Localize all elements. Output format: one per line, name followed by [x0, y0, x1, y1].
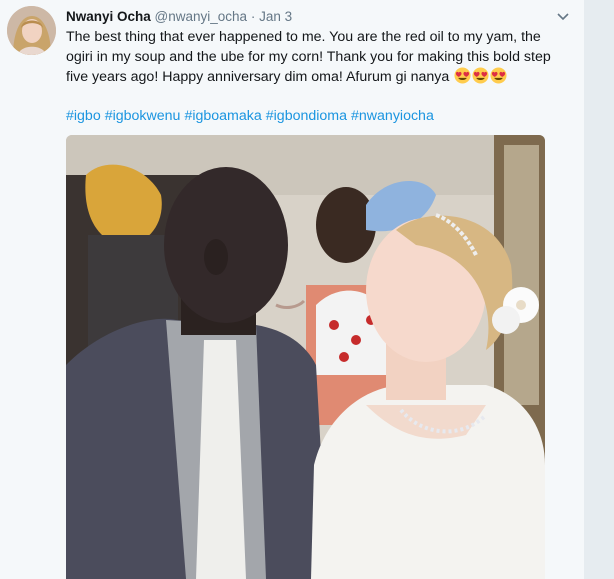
separator-dot: ·	[250, 9, 256, 24]
tweet-card[interactable]: Nwanyi Ocha @nwanyi_ocha · Jan 3 The bes…	[0, 0, 584, 579]
heart-eyes-emoji	[454, 67, 471, 84]
tweet-text: The best thing that ever happened to me.…	[66, 27, 571, 87]
hashtag-link[interactable]: #igbondioma	[266, 108, 347, 124]
tweet-photo[interactable]	[66, 135, 545, 579]
hashtag-link[interactable]: #igbokwenu	[105, 108, 181, 124]
tweet-header: Nwanyi Ocha @nwanyi_ocha · Jan 3	[66, 8, 292, 26]
avatar-photo	[7, 6, 56, 55]
chevron-down-icon[interactable]	[556, 10, 570, 22]
heart-eyes-emoji	[472, 67, 489, 84]
user-handle[interactable]: @nwanyi_ocha	[155, 9, 248, 24]
hashtag-link[interactable]: #igboamaka	[184, 108, 261, 124]
emoji-group	[453, 67, 507, 85]
display-name[interactable]: Nwanyi Ocha	[66, 9, 151, 24]
avatar[interactable]	[7, 6, 56, 55]
heart-eyes-emoji	[490, 67, 507, 84]
tweet-timestamp[interactable]: Jan 3	[259, 9, 292, 24]
hashtag-link[interactable]: #igbo	[66, 108, 101, 124]
hashtag-link[interactable]: #nwanyiocha	[351, 108, 434, 124]
page-gutter	[584, 0, 614, 579]
wedding-couple-photo	[66, 135, 545, 579]
hashtag-list: #igbo #igbokwenu #igboamaka #igbondioma #nwa…	[66, 106, 438, 126]
